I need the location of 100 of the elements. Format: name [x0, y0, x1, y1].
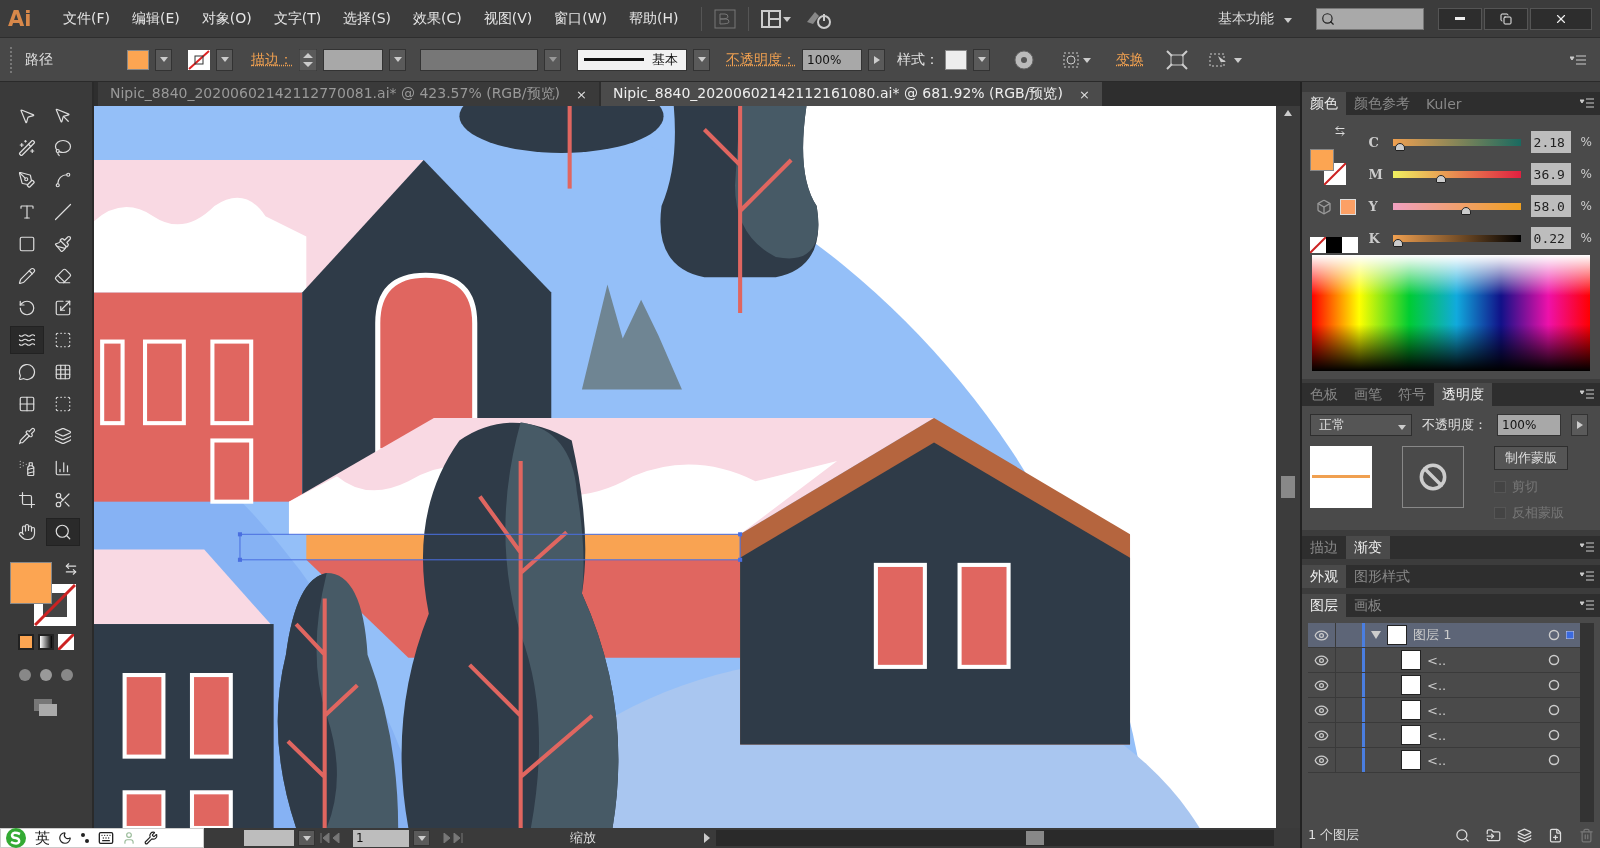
- tab-close-button[interactable]: ×: [576, 86, 587, 102]
- stepper-icon[interactable]: [299, 48, 317, 71]
- menu-item[interactable]: 视图(V): [472, 9, 544, 28]
- panel-tab[interactable]: 颜色参考: [1346, 92, 1418, 115]
- target-circle-icon[interactable]: [1548, 704, 1560, 716]
- channel-value-field[interactable]: 2.18: [1530, 131, 1571, 153]
- slider-thumb[interactable]: [1436, 175, 1447, 183]
- menu-item[interactable]: 选择(S): [332, 9, 402, 28]
- visibility-eye-icon[interactable]: [1314, 702, 1329, 718]
- new-layer-icon[interactable]: [1548, 827, 1563, 843]
- style-dropdown[interactable]: [973, 48, 990, 71]
- panel-tab[interactable]: 透明度: [1434, 383, 1492, 406]
- zoom-field[interactable]: [244, 830, 294, 846]
- visibility-eye-icon[interactable]: [1314, 627, 1329, 643]
- stroke-weight-dropdown[interactable]: [389, 48, 406, 71]
- visibility-eye-icon[interactable]: [1314, 652, 1329, 668]
- target-circle-icon[interactable]: [1548, 654, 1560, 666]
- transform-link[interactable]: 变换: [1116, 50, 1144, 69]
- panel-tab[interactable]: 图形样式: [1346, 565, 1418, 588]
- layer-row[interactable]: <..: [1308, 748, 1580, 773]
- panel-menu-icon[interactable]: [1580, 542, 1594, 552]
- layer-row[interactable]: <..: [1308, 723, 1580, 748]
- search-field[interactable]: [1316, 7, 1424, 30]
- color-spectrum[interactable]: [1312, 255, 1590, 371]
- web-safe-swatch[interactable]: [1340, 199, 1356, 215]
- search-icon[interactable]: [1455, 827, 1470, 843]
- stroke-dropdown[interactable]: [216, 48, 233, 71]
- expand-triangle-icon[interactable]: [1371, 631, 1381, 639]
- graphic-style-swatch[interactable]: [945, 49, 967, 70]
- panel-menu-icon[interactable]: [1580, 571, 1594, 581]
- swap-colors-icon[interactable]: [1334, 125, 1346, 137]
- visibility-eye-icon[interactable]: [1314, 752, 1329, 768]
- slider-thumb[interactable]: [1461, 207, 1472, 215]
- arrange-documents-icon[interactable]: [761, 9, 792, 28]
- panel-tab[interactable]: Kuler: [1418, 92, 1470, 115]
- workspace-switcher[interactable]: 基本功能: [1218, 9, 1274, 28]
- isolate-icon[interactable]: [1166, 49, 1188, 70]
- fill-swatch[interactable]: [127, 49, 149, 70]
- punctuation-icon[interactable]: [80, 832, 90, 844]
- panel-tab[interactable]: 符号: [1390, 383, 1434, 406]
- scroll-thumb[interactable]: [1026, 831, 1044, 845]
- slider-thumb[interactable]: [1392, 239, 1403, 247]
- gradient-mode-button[interactable]: [38, 634, 54, 650]
- clipping-mask-icon[interactable]: [1486, 827, 1501, 843]
- stroke-none-swatch[interactable]: [188, 49, 210, 70]
- stroke-link[interactable]: 描边：: [251, 50, 293, 69]
- horizontal-scrollbar[interactable]: [716, 830, 1274, 846]
- panel-menu-icon[interactable]: [1580, 98, 1594, 108]
- panel-tab[interactable]: 外观: [1302, 565, 1346, 588]
- stroke-weight-field[interactable]: [323, 48, 383, 71]
- opacity-link[interactable]: 不透明度：: [726, 50, 796, 69]
- target-circle-icon[interactable]: [1548, 629, 1560, 641]
- fill-dropdown[interactable]: [155, 48, 172, 71]
- zoom-tool[interactable]: [46, 518, 80, 546]
- menu-item[interactable]: 文字(T): [262, 9, 333, 28]
- panel-tab[interactable]: 色板: [1302, 383, 1346, 406]
- visibility-eye-icon[interactable]: [1314, 727, 1329, 743]
- target-circle-icon[interactable]: [1548, 729, 1560, 741]
- slider-thumb[interactable]: [1394, 143, 1405, 151]
- zoom-dropdown[interactable]: [298, 830, 315, 846]
- menu-item[interactable]: 帮助(H): [618, 9, 690, 28]
- artboard-dropdown[interactable]: [413, 830, 430, 846]
- scroll-up-icon[interactable]: [1284, 110, 1292, 116]
- align-icon[interactable]: [1062, 49, 1092, 70]
- layer-row[interactable]: <..: [1308, 673, 1580, 698]
- channel-value-field[interactable]: 0.22: [1530, 227, 1571, 249]
- scroll-thumb[interactable]: [1281, 476, 1295, 498]
- panel-tab[interactable]: 画板: [1346, 594, 1390, 617]
- opacity-slider-button[interactable]: [1571, 414, 1588, 436]
- fill-color-swatch[interactable]: [1310, 149, 1334, 171]
- layer-row[interactable]: <..: [1308, 648, 1580, 673]
- variable-width-dropdown[interactable]: [544, 48, 561, 71]
- default-swatches[interactable]: [1310, 237, 1358, 253]
- none-mode-button[interactable]: [58, 634, 74, 650]
- panel-menu-icon[interactable]: [1580, 600, 1594, 610]
- target-circle-icon[interactable]: [1548, 754, 1560, 766]
- layer-row[interactable]: <..: [1308, 698, 1580, 723]
- status-menu-arrow-icon[interactable]: [702, 833, 712, 843]
- minimize-button[interactable]: [1438, 7, 1482, 30]
- keyboard-icon[interactable]: [98, 830, 114, 846]
- fill-color-swatch[interactable]: [10, 562, 52, 604]
- moon-icon[interactable]: [58, 831, 72, 845]
- brush-dropdown[interactable]: [693, 48, 710, 71]
- panel-tab[interactable]: 描边: [1302, 536, 1346, 559]
- panel-tab[interactable]: 画笔: [1346, 383, 1390, 406]
- close-button[interactable]: [1530, 7, 1592, 30]
- swap-colors-icon[interactable]: [64, 562, 78, 576]
- channel-value-field[interactable]: 58.0: [1530, 195, 1571, 217]
- panel-tab[interactable]: 渐变: [1346, 536, 1390, 559]
- visibility-eye-icon[interactable]: [1314, 677, 1329, 693]
- vertical-scrollbar[interactable]: [1276, 106, 1300, 828]
- brush-definition-field[interactable]: 基本: [577, 48, 687, 71]
- blend-mode-select[interactable]: 正常: [1310, 414, 1412, 436]
- panel-tab[interactable]: 图层: [1302, 594, 1346, 617]
- layers-scrollbar[interactable]: [1580, 623, 1594, 822]
- opacity-slider-button[interactable]: [868, 48, 885, 71]
- opacity-field[interactable]: 100%: [802, 48, 862, 71]
- menu-item[interactable]: 文件(F): [52, 9, 121, 28]
- target-circle-icon[interactable]: [1548, 679, 1560, 691]
- menu-item[interactable]: 对象(O): [190, 9, 263, 28]
